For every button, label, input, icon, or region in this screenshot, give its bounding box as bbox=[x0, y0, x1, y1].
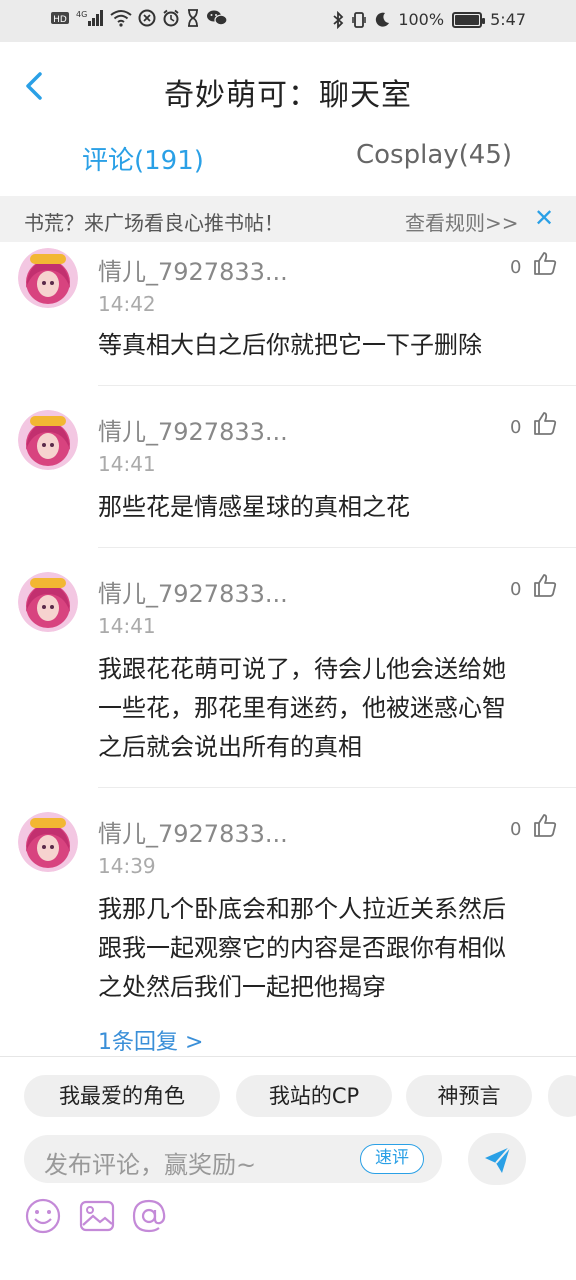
comment-text-line: 跟我一起观察它的内容是否跟你有相似 bbox=[98, 934, 506, 962]
status-bar: HD 4G 100% 5:47 bbox=[0, 0, 576, 42]
alarm-icon bbox=[163, 9, 179, 27]
avatar[interactable] bbox=[18, 572, 78, 632]
comment-text: 我跟花花萌可说了，待会儿他会送给她 一些花，那花里有迷药，他被迷惑心智 之后就会… bbox=[98, 650, 558, 767]
tab-cosplay[interactable]: Cosplay(45) bbox=[356, 140, 512, 170]
avatar[interactable] bbox=[18, 410, 78, 470]
comment-username[interactable]: 情儿_7927833... bbox=[98, 252, 288, 287]
comment-item: 情儿_7927833... 0 14:41 那些花是情感星球的真相之花 bbox=[0, 386, 576, 548]
battery-icon bbox=[452, 12, 486, 28]
view-replies-link[interactable]: 1条回复 > bbox=[98, 1024, 203, 1056]
thumbs-up-icon[interactable] bbox=[532, 250, 558, 276]
bottom-composer-panel: 我最爱的角色 我站的CP 神预言 发布评论，赢奖励~ 速评 bbox=[0, 1056, 576, 1280]
svg-text:HD: HD bbox=[53, 15, 67, 25]
avatar[interactable] bbox=[18, 812, 78, 872]
comment-input[interactable]: 发布评论，赢奖励~ 速评 bbox=[24, 1135, 442, 1183]
comment-text-line: 我跟花花萌可说了，待会儿他会送给她 bbox=[98, 655, 506, 683]
quick-tag-chip[interactable]: 我最爱的角色 bbox=[24, 1075, 220, 1117]
app-icon bbox=[138, 9, 156, 27]
like-count: 0 bbox=[510, 819, 522, 840]
4g-signal-icon: 4G bbox=[76, 10, 103, 26]
comment-item: 情儿_7927833... 0 14:42 等真相大白之后你就把它一下子删除 bbox=[0, 242, 576, 386]
image-icon[interactable] bbox=[78, 1197, 116, 1235]
comment-time: 14:42 bbox=[98, 292, 156, 316]
comment-item: 情儿_7927833... 0 14:41 我跟花花萌可说了，待会儿他会送给她 … bbox=[0, 548, 576, 788]
comment-username[interactable]: 情儿_7927833... bbox=[98, 814, 288, 849]
comment-username[interactable]: 情儿_7927833... bbox=[98, 574, 288, 609]
send-button[interactable] bbox=[468, 1133, 526, 1185]
thumbs-up-icon[interactable] bbox=[532, 410, 558, 436]
comment-item: 情儿_7927833... 0 14:39 我那几个卧底会和那个人拉近关系然后 … bbox=[0, 788, 576, 1056]
comment-input-placeholder: 发布评论，赢奖励~ bbox=[44, 1151, 257, 1179]
thumbs-up-icon[interactable] bbox=[532, 812, 558, 838]
comment-list[interactable]: 情儿_7927833... 0 14:42 等真相大白之后你就把它一下子删除 情… bbox=[0, 242, 576, 1056]
thumbs-up-icon[interactable] bbox=[532, 572, 558, 598]
like-count: 0 bbox=[510, 257, 522, 278]
wechat-icon bbox=[207, 10, 228, 26]
header: 奇妙萌可：聊天室 bbox=[0, 42, 576, 134]
comment-text-line: 之后就会说出所有的真相 bbox=[98, 733, 362, 761]
battery-percent: 100% bbox=[398, 10, 445, 29]
comment-text-line: 我那几个卧底会和那个人拉近关系然后 bbox=[98, 895, 506, 923]
battery-level bbox=[455, 15, 480, 25]
tab-bar: 评论(191) Cosplay(45) bbox=[0, 134, 576, 196]
send-icon bbox=[485, 1146, 511, 1173]
avatar[interactable] bbox=[18, 248, 78, 308]
close-icon[interactable]: ✕ bbox=[534, 204, 554, 232]
moon-icon bbox=[376, 12, 390, 27]
comment-text: 那些花是情感星球的真相之花 bbox=[98, 488, 558, 527]
quick-review-button[interactable]: 速评 bbox=[360, 1144, 424, 1174]
hd-icon: HD bbox=[51, 12, 69, 25]
tab-comments[interactable]: 评论(191) bbox=[82, 140, 204, 177]
page-title: 奇妙萌可：聊天室 bbox=[164, 78, 412, 113]
hourglass-icon bbox=[188, 9, 198, 27]
mention-icon[interactable] bbox=[130, 1197, 168, 1235]
vibrate-icon bbox=[352, 12, 367, 28]
status-time: 5:47 bbox=[490, 10, 526, 29]
notice-banner: 书荒？来广场看良心推书帖！ 查看规则>> ✕ bbox=[0, 196, 576, 242]
comment-username[interactable]: 情儿_7927833... bbox=[98, 412, 288, 447]
comment-time: 14:41 bbox=[98, 614, 156, 638]
comment-text-line: 那些花是情感星球的真相之花 bbox=[98, 493, 410, 521]
comment-text: 我那几个卧底会和那个人拉近关系然后 跟我一起观察它的内容是否跟你有相似 之处然后… bbox=[98, 890, 558, 1007]
quick-tag-chip[interactable]: 我站的CP bbox=[236, 1075, 392, 1117]
view-rules-link[interactable]: 查看规则>> bbox=[405, 207, 519, 236]
comment-text-line: 一些花，那花里有迷药，他被迷惑心智 bbox=[98, 694, 506, 722]
notice-text[interactable]: 书荒？来广场看良心推书帖！ bbox=[24, 207, 284, 236]
comment-text: 等真相大白之后你就把它一下子删除 bbox=[98, 326, 558, 365]
status-left-icons: HD 4G bbox=[50, 9, 228, 27]
comment-time: 14:41 bbox=[98, 452, 156, 476]
comment-text-line: 等真相大白之后你就把它一下子删除 bbox=[98, 331, 482, 359]
emoji-icon[interactable] bbox=[24, 1197, 62, 1235]
comment-text-line: 之处然后我们一起把他揭穿 bbox=[98, 973, 386, 1001]
svg-text:4G: 4G bbox=[76, 10, 87, 19]
quick-tag-chip-more[interactable] bbox=[548, 1075, 576, 1117]
status-right-icons: 100% 5:47 bbox=[332, 9, 526, 31]
like-count: 0 bbox=[510, 579, 522, 600]
like-count: 0 bbox=[510, 417, 522, 438]
wifi-icon bbox=[110, 10, 132, 27]
bluetooth-icon bbox=[333, 11, 344, 29]
comment-time: 14:39 bbox=[98, 854, 156, 878]
quick-tag-chip[interactable]: 神预言 bbox=[406, 1075, 532, 1117]
